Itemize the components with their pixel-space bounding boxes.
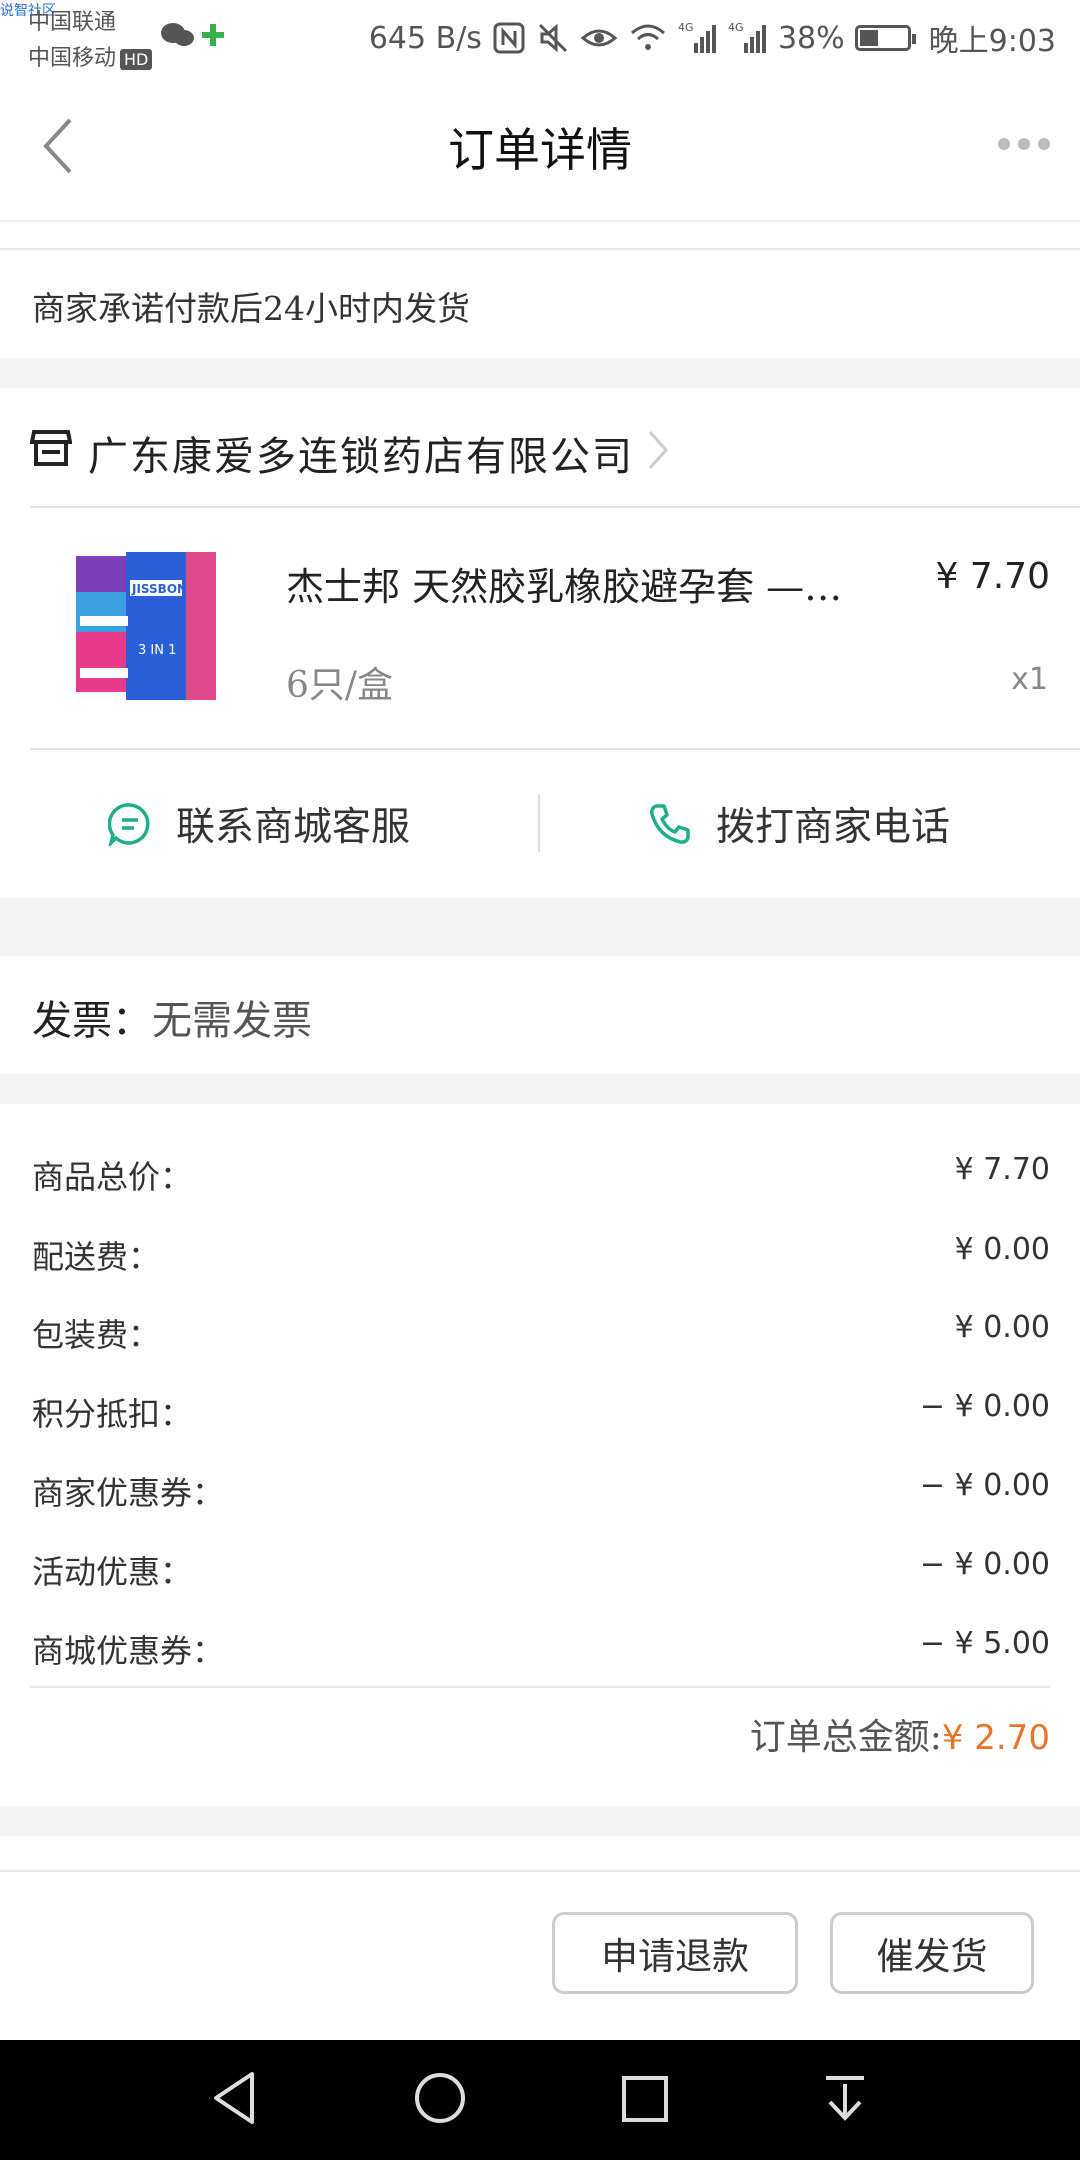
urge-shipping-button[interactable]: 催发货 <box>830 1912 1034 1994</box>
call-merchant-button[interactable]: 拨打商家电话 <box>648 746 950 902</box>
fee-label: 商家优惠券： <box>32 1474 225 1512</box>
call-merchant-label: 拨打商家电话 <box>716 805 951 850</box>
fee-row-delivery: 配送费： ¥ 0.00 <box>32 1232 1050 1292</box>
invoice-label: 发票： <box>32 998 152 1044</box>
fee-label: 包装费： <box>32 1316 161 1354</box>
fee-label: 积分抵扣： <box>32 1395 193 1433</box>
signal-2-icon: 4G <box>728 21 766 53</box>
nav-recent-icon[interactable] <box>620 2070 670 2130</box>
fee-value: − ¥ 0.00 <box>919 1468 1050 1503</box>
nav-notification-pull-icon[interactable] <box>820 2070 870 2130</box>
eye-comfort-icon <box>580 29 618 47</box>
divider <box>0 1870 1080 1872</box>
contact-service-button[interactable]: 联系商城客服 <box>108 746 410 902</box>
wifi-icon <box>630 24 665 50</box>
product-price: ¥ 7.70 <box>935 556 1050 597</box>
fee-label: 商城优惠券： <box>32 1632 225 1670</box>
hd-badge: HD <box>120 49 153 70</box>
product-image[interactable]: JISSBON 3 IN 1 <box>66 546 236 716</box>
request-refund-button[interactable]: 申请退款 <box>552 1912 798 1994</box>
fee-row-subtotal: 商品总价： ¥ 7.70 <box>32 1152 1050 1212</box>
store-row[interactable]: 广东康爱多连锁药店有限公司 <box>0 388 1080 506</box>
chevron-right-icon <box>646 428 670 476</box>
section-gap <box>0 1074 1080 1104</box>
page-title: 订单详情 <box>448 123 632 177</box>
contact-service-label: 联系商城客服 <box>176 805 411 850</box>
status-right: 645 B/s 4G 4G 38% 晚上9:03 <box>369 16 1056 60</box>
divider <box>30 1686 1050 1688</box>
store-icon <box>29 428 73 472</box>
fee-value: − ¥ 5.00 <box>919 1626 1050 1661</box>
nfc-icon <box>493 22 525 54</box>
product-name[interactable]: 杰士邦 天然胶乳橡胶避孕套 —… <box>286 556 886 611</box>
status-bar: 说智社区 中国联通 中国移动 HD 645 B/s 4G 4G 38% 晚上9:0… <box>0 0 1080 76</box>
fee-label: 商品总价： <box>32 1158 193 1196</box>
order-total: 订单总金额:¥ 2.70 <box>750 1708 1050 1760</box>
system-nav-bar <box>0 2040 1080 2160</box>
divider <box>30 506 1080 508</box>
fee-label: 活动优惠： <box>32 1553 193 1591</box>
divider <box>0 248 1080 250</box>
store-name: 广东康爱多连锁药店有限公司 <box>88 434 634 480</box>
wechat-icon <box>161 23 224 46</box>
mute-icon <box>538 23 567 53</box>
box-text: 3 IN 1 <box>138 643 176 658</box>
notification-icons <box>160 20 230 54</box>
invoice-row: 发票：无需发票 <box>32 988 312 1046</box>
fee-row-activity: 活动优惠： − ¥ 0.00 <box>32 1547 1050 1607</box>
battery-icon <box>854 25 916 51</box>
fee-row-mall-coupon: 商城优惠券： − ¥ 5.00 <box>32 1626 1050 1686</box>
signal-1-icon: 4G <box>678 21 716 53</box>
fee-row-points: 积分抵扣： − ¥ 0.00 <box>32 1389 1050 1449</box>
carrier-2: 中国移动 HD <box>28 40 153 72</box>
network-speed: 645 B/s <box>368 20 482 56</box>
nav-back-icon[interactable] <box>210 2070 258 2130</box>
order-total-label: 订单总金额: <box>749 1717 942 1758</box>
fee-value: − ¥ 0.00 <box>919 1547 1050 1582</box>
invoice-value: 无需发票 <box>152 998 312 1044</box>
fee-value: ¥ 0.00 <box>954 1310 1050 1345</box>
chat-icon <box>108 803 150 846</box>
svg-text:4G: 4G <box>728 21 744 34</box>
box-brand: JISSBON <box>131 582 187 596</box>
product-quantity: x1 <box>1011 662 1048 697</box>
section-gap <box>0 358 1080 388</box>
section-gap <box>0 898 1080 956</box>
vertical-divider <box>538 794 540 852</box>
svg-text:4G: 4G <box>678 21 694 34</box>
carrier-1: 中国联通 <box>28 10 117 35</box>
section-gap <box>0 1806 1080 1836</box>
fee-row-merchant-coupon: 商家优惠券： − ¥ 0.00 <box>32 1468 1050 1528</box>
order-total-amount: ¥ 2.70 <box>941 1718 1050 1758</box>
clock: 晚上9:03 <box>928 24 1056 59</box>
fee-value: ¥ 0.00 <box>954 1232 1050 1267</box>
more-icon[interactable] <box>998 138 1050 150</box>
nav-home-icon[interactable] <box>412 2070 468 2130</box>
fee-value: − ¥ 0.00 <box>919 1389 1050 1424</box>
fee-value: ¥ 7.70 <box>954 1152 1050 1187</box>
fee-label: 配送费： <box>32 1238 161 1276</box>
phone-icon <box>650 804 690 844</box>
product-spec: 6只/盒 <box>286 665 394 706</box>
shipping-promise: 商家承诺付款后24小时内发货 <box>32 289 470 328</box>
battery-percent: 38% <box>777 20 845 56</box>
nav-bar: 订单详情 <box>0 76 1080 222</box>
fee-row-packaging: 包装费： ¥ 0.00 <box>32 1310 1050 1370</box>
